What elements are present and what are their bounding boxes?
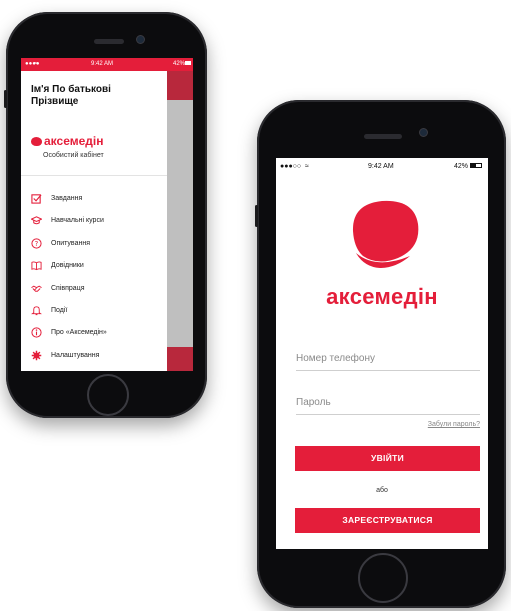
- dimmed-content[interactable]: [167, 58, 193, 371]
- svg-text:?: ?: [35, 240, 39, 248]
- logo-icon: [31, 137, 42, 146]
- graduation-cap-icon: [30, 215, 43, 227]
- brand-name: аксемедін: [326, 284, 438, 309]
- menu-item-about[interactable]: Про «Аксемедін»: [31, 326, 167, 348]
- wifi-icon: ≈: [305, 163, 309, 170]
- status-bar: ●●●● ≈ 9:42 AM 42%: [21, 58, 193, 71]
- brand-logo: аксемедін: [31, 134, 103, 148]
- question-icon: ?: [31, 238, 43, 250]
- signal-indicator: ●●●●: [25, 61, 40, 67]
- menu-item-tasks[interactable]: Завдання: [31, 192, 167, 214]
- phone-field[interactable]: [296, 348, 480, 371]
- menu-item-cooperation[interactable]: Співпраця: [31, 282, 167, 304]
- battery-icon: [185, 61, 191, 65]
- forgot-password-link[interactable]: Забули пароль?: [428, 421, 480, 428]
- cabinet-label: Особистий кабінет: [43, 152, 104, 159]
- status-bar: ●●●○○ ≈ 9:42 AM 42%: [276, 158, 488, 172]
- status-time: 9:42 AM: [91, 61, 114, 67]
- battery-level: 42%: [454, 163, 469, 170]
- navigation-drawer: Ім'я По батькові Прізвище аксемедін Особ…: [21, 71, 167, 371]
- brand-logo-icon: [352, 200, 419, 268]
- side-button: [4, 90, 7, 108]
- home-button[interactable]: [87, 374, 129, 416]
- phone-login-mockup: ●●●○○ ≈ 9:42 AM 42% аксемедін Забули пар…: [255, 100, 506, 608]
- user-name: Ім'я По батькові Прізвище: [31, 84, 111, 107]
- phone-input[interactable]: [296, 353, 480, 364]
- menu-item-events[interactable]: Події: [30, 304, 167, 326]
- front-camera: [136, 35, 145, 44]
- wifi-icon: ≈: [34, 61, 38, 67]
- divider: [21, 175, 167, 176]
- register-button[interactable]: ЗАРЕЄСТРУВАТИСЯ: [295, 508, 480, 533]
- or-separator: або: [376, 487, 388, 494]
- menu-item-surveys[interactable]: ? Опитування: [31, 237, 167, 259]
- side-button: [255, 205, 258, 227]
- menu-item-courses[interactable]: Навчальні курси: [30, 214, 167, 236]
- earpiece-speaker: [94, 39, 124, 44]
- password-field[interactable]: [296, 392, 480, 415]
- menu-item-settings[interactable]: Налаштування: [31, 349, 167, 371]
- password-input[interactable]: [296, 397, 480, 408]
- task-icon: [31, 193, 43, 205]
- earpiece-speaker: [364, 134, 402, 139]
- info-icon: [31, 327, 43, 339]
- brand-name: аксемедін: [44, 134, 104, 148]
- home-button[interactable]: [358, 553, 408, 603]
- drawer-menu: Завдання Навчальні курси ? Опитування До…: [30, 192, 167, 371]
- menu-screen: ●●●● ≈ 9:42 AM 42% Ім'я По батькові Пріз…: [21, 58, 193, 371]
- handshake-icon: [31, 283, 43, 295]
- book-icon: [31, 260, 43, 272]
- login-screen: ●●●○○ ≈ 9:42 AM 42% аксемедін Забули пар…: [276, 158, 488, 549]
- battery-icon: [470, 163, 482, 168]
- phone-menu-mockup: ●●●● ≈ 9:42 AM 42% Ім'я По батькові Пріз…: [4, 12, 207, 418]
- battery-level: 42%: [173, 61, 186, 67]
- front-camera: [419, 128, 428, 137]
- status-time: 9:42 AM: [368, 163, 394, 170]
- gear-icon: [31, 350, 43, 362]
- menu-item-references[interactable]: Довідники: [31, 259, 167, 281]
- bell-icon: [30, 305, 43, 317]
- signal-indicator: ●●●○○: [280, 163, 302, 170]
- login-button[interactable]: УВІЙТИ: [295, 446, 480, 471]
